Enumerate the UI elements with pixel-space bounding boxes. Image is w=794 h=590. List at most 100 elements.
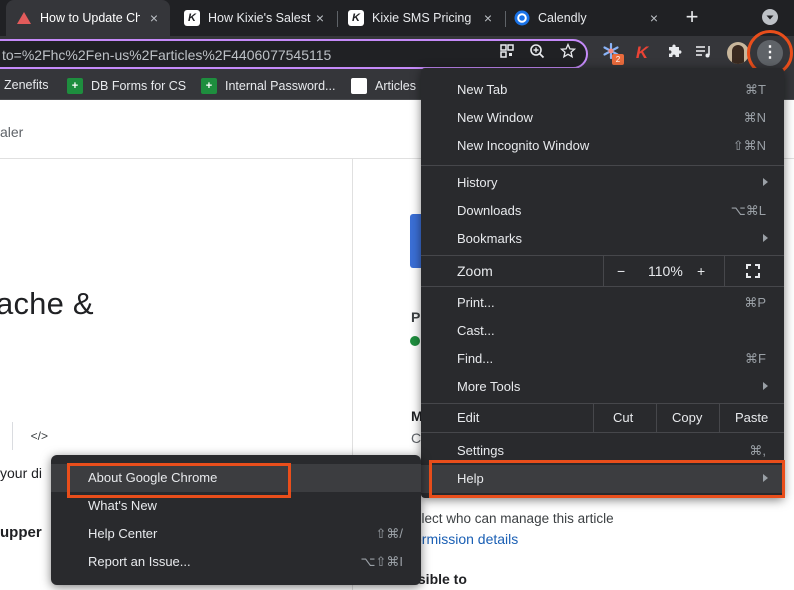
menu-item-shortcut: ⌘N xyxy=(743,110,766,125)
article-text: your di xyxy=(0,465,43,481)
menu-item-find[interactable]: Find... ⌘F xyxy=(421,345,784,373)
close-icon[interactable]: × xyxy=(480,10,496,26)
zoom-out-button[interactable]: − xyxy=(617,263,625,279)
menu-item-shortcut: ⇧⌘N xyxy=(732,138,766,153)
menu-item-bookmarks[interactable]: Bookmarks xyxy=(421,225,784,253)
menu-item-label: More Tools xyxy=(457,379,521,394)
status-dot xyxy=(410,336,420,346)
menu-separator xyxy=(421,432,784,433)
menu-item-label: Print... xyxy=(457,295,495,310)
tab-calendly[interactable]: Calendly × xyxy=(506,0,670,36)
cut-button[interactable]: Cut xyxy=(613,410,633,425)
bookmark-label: Articles xyxy=(375,79,416,93)
menu-separator xyxy=(421,286,784,287)
zoom-label: Zoom xyxy=(457,263,493,279)
tab-kixie-sms-pricing[interactable]: K Kixie SMS Pricing × xyxy=(338,0,504,36)
visible-to-heading: isible to xyxy=(414,571,467,587)
bookmark-articles[interactable]: K Articles xyxy=(351,78,416,94)
new-tab-button[interactable]: + xyxy=(680,6,704,30)
zoom-icon[interactable] xyxy=(527,43,547,63)
menu-item-shortcut: ⇧⌘/ xyxy=(375,526,403,541)
qr-code-icon[interactable] xyxy=(497,43,517,63)
media-queue-icon[interactable] xyxy=(694,43,714,63)
tab-how-to-update[interactable]: How to Update Ch × xyxy=(6,0,170,36)
permission-description: elect who can manage this article xyxy=(414,511,614,526)
tab-strip: How to Update Ch × K How Kixie's Salest … xyxy=(0,0,794,36)
breadcrumb[interactable]: aler xyxy=(0,124,23,140)
menu-item-print[interactable]: Print... ⌘P xyxy=(421,289,784,317)
menu-item-downloads[interactable]: Downloads ⌥⌘L xyxy=(421,197,784,225)
tab-title: Kixie SMS Pricing xyxy=(372,11,472,25)
menu-separator xyxy=(421,165,784,166)
menu-item-shortcut: ⌘, xyxy=(749,443,766,458)
sheets-icon: + xyxy=(67,78,83,94)
about-item-highlight xyxy=(67,463,291,498)
copy-button[interactable]: Copy xyxy=(672,410,702,425)
tab-title: How to Update Ch xyxy=(40,11,140,25)
menu-item-label: Cast... xyxy=(457,323,495,338)
bookmark-db-forms[interactable]: + DB Forms for CS xyxy=(67,78,186,94)
submenu-arrow-icon xyxy=(763,178,768,186)
sidebar-heading: P xyxy=(411,309,421,325)
edit-label: Edit xyxy=(457,410,480,425)
close-icon[interactable]: × xyxy=(646,10,662,26)
profile-avatar[interactable] xyxy=(727,42,749,64)
permission-details-link[interactable]: ermission details xyxy=(414,531,518,547)
menu-item-new-window[interactable]: New Window ⌘N xyxy=(421,104,784,132)
menu-item-shortcut: ⌘F xyxy=(745,351,766,366)
paste-button[interactable]: Paste xyxy=(735,410,768,425)
submenu-arrow-icon xyxy=(763,234,768,242)
menu-item-label: New Incognito Window xyxy=(457,138,590,153)
menu-item-more-tools[interactable]: More Tools xyxy=(421,373,784,401)
zoom-in-button[interactable]: + xyxy=(697,263,705,279)
menu-item-history[interactable]: History xyxy=(421,169,784,197)
extensions-puzzle-icon[interactable] xyxy=(664,43,684,63)
menu-item-new-tab[interactable]: New Tab ⌘T xyxy=(421,76,784,104)
fullscreen-icon[interactable] xyxy=(746,264,760,278)
chrome-main-menu: New Tab ⌘T New Window ⌘N New Incognito W… xyxy=(421,68,784,498)
menu-item-label: Help Center xyxy=(88,526,158,541)
zoom-level: 110% xyxy=(648,263,683,279)
address-url[interactable]: to=%2Fhc%2Fen-us%2Farticles%2F4406077545… xyxy=(2,47,331,63)
menu-item-shortcut: ⌥⌘L xyxy=(730,203,766,218)
bookmark-label: Internal Password... xyxy=(225,79,336,93)
extension-badge: 2 xyxy=(612,54,624,65)
menu-item-label: What's New xyxy=(88,498,157,513)
menu-item-new-incognito-window[interactable]: New Incognito Window ⇧⌘N xyxy=(421,132,784,160)
menu-item-label: History xyxy=(457,175,498,190)
tab-title: Calendly xyxy=(538,11,587,25)
article-subheading: upper xyxy=(0,524,42,541)
kixie-extension-icon[interactable]: K xyxy=(632,43,652,63)
kixie-icon: K xyxy=(184,10,200,26)
menu-item-label: Bookmarks xyxy=(457,231,523,246)
submenu-item-help-center[interactable]: Help Center ⇧⌘/ xyxy=(51,520,421,548)
help-item-highlight xyxy=(429,460,785,498)
bookmark-label: DB Forms for CS xyxy=(91,79,187,93)
tab-kixie-salest[interactable]: K How Kixie's Salest × xyxy=(174,0,336,36)
menu-item-cast[interactable]: Cast... xyxy=(421,317,784,345)
menu-item-shortcut: ⌘P xyxy=(744,295,766,310)
bookmark-star-icon[interactable] xyxy=(558,42,578,63)
bookmark-internal-password[interactable]: + Internal Password... xyxy=(201,78,335,94)
article-title: ache & xyxy=(0,286,94,321)
menu-item-label: New Tab xyxy=(457,82,508,97)
menu-item-label: Settings xyxy=(457,443,504,458)
kixie-icon: K xyxy=(351,78,367,94)
menu-item-shortcut: ⌥⇧⌘I xyxy=(360,554,404,569)
submenu-arrow-icon xyxy=(763,382,768,390)
bookmark-zenefits[interactable]: Zenefits xyxy=(4,78,48,92)
sidebar-text: C xyxy=(411,430,422,446)
tab-title: How Kixie's Salest xyxy=(208,11,311,25)
calendly-icon xyxy=(514,10,530,26)
source-code-button[interactable]: </> xyxy=(12,422,48,450)
close-icon[interactable]: × xyxy=(146,10,162,26)
kixie-icon: K xyxy=(348,10,364,26)
bookmark-label: Zenefits xyxy=(4,78,49,92)
submenu-item-report-issue[interactable]: Report an Issue... ⌥⇧⌘I xyxy=(51,548,421,576)
menu-item-label: New Window xyxy=(457,110,533,125)
menu-item-label: Report an Issue... xyxy=(88,554,191,569)
menu-item-shortcut: ⌘T xyxy=(745,82,766,97)
zendesk-icon xyxy=(16,10,32,26)
tab-search-icon[interactable] xyxy=(762,9,778,25)
close-icon[interactable]: × xyxy=(312,10,328,26)
